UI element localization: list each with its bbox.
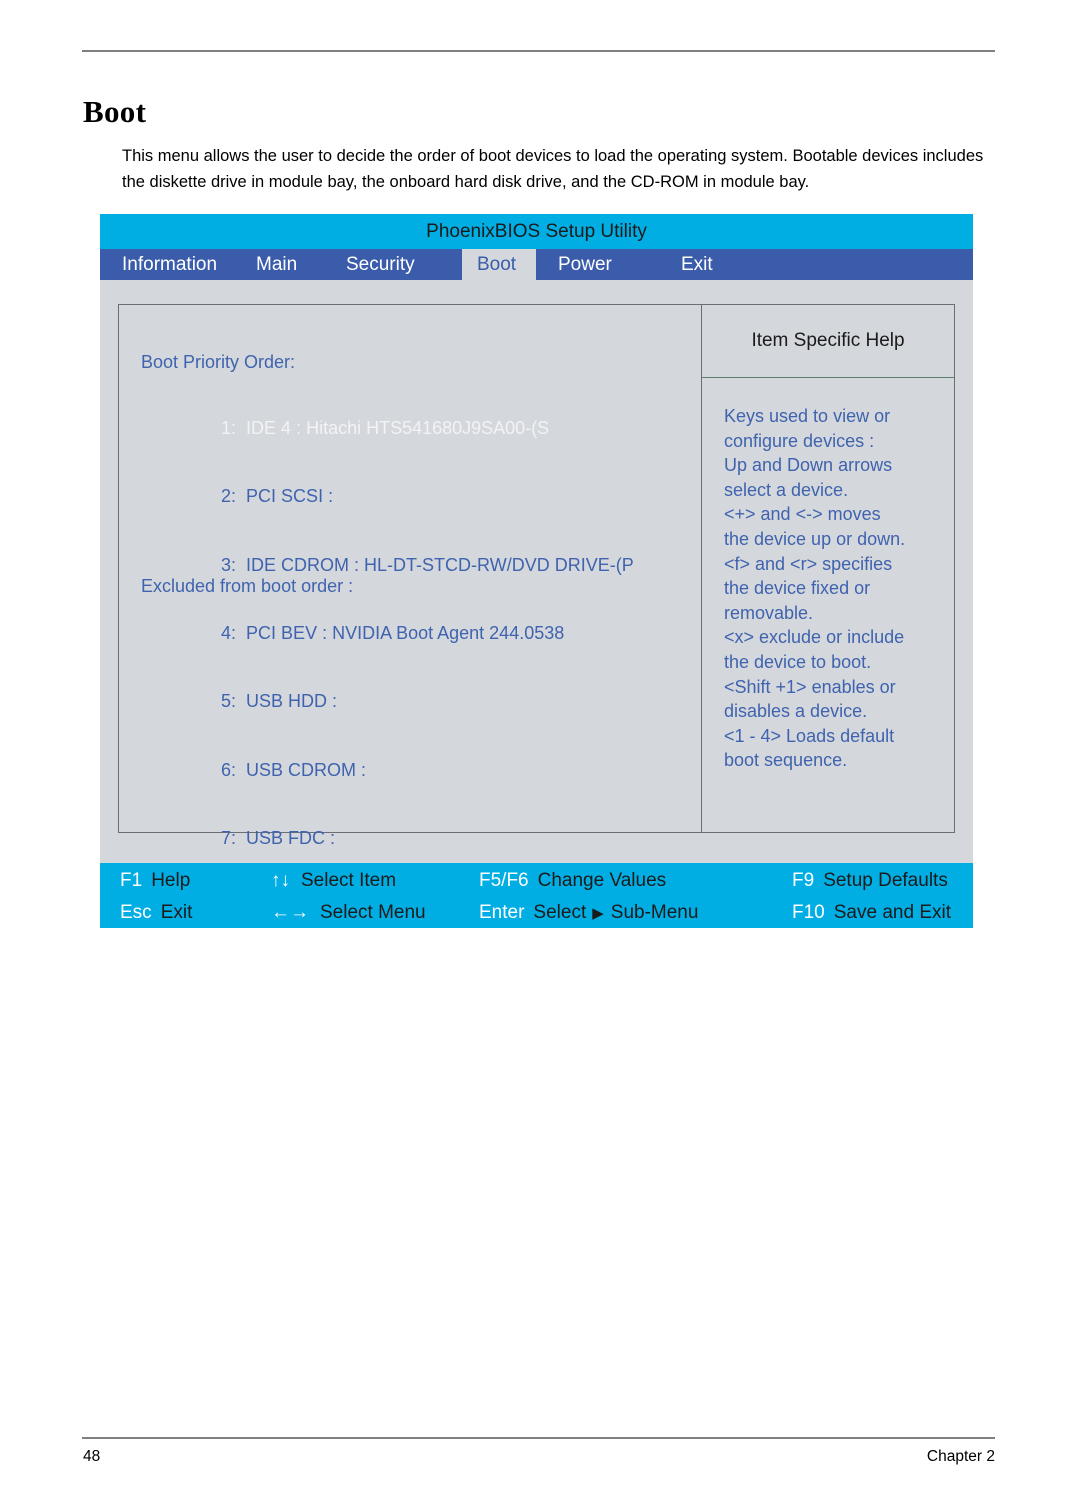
key-desc: Select Item bbox=[301, 870, 397, 891]
key-label: F10 bbox=[792, 902, 825, 923]
key-hint-esc-exit[interactable]: Esc Exit bbox=[120, 897, 192, 929]
boot-list-item[interactable]: 2: PCI SCSI : bbox=[141, 462, 686, 530]
help-line: select a device. bbox=[724, 479, 849, 500]
boot-item-label: PCI BEV : NVIDIA Boot Agent 244.0538 bbox=[246, 622, 565, 643]
tab-exit[interactable]: Exit bbox=[659, 249, 759, 280]
bios-setup-window: PhoenixBIOS Setup Utility Information Ma… bbox=[100, 214, 973, 928]
footer-rule bbox=[82, 1437, 995, 1439]
boot-list-item[interactable]: 5: USB HDD : bbox=[141, 668, 686, 736]
boot-item-index: 1: bbox=[221, 417, 237, 438]
key-desc-secondary: Sub-Menu bbox=[610, 902, 699, 923]
item-specific-help-body: Keys used to view or configure devices :… bbox=[702, 378, 954, 773]
boot-item-index: 6: bbox=[221, 759, 237, 780]
boot-item-label: IDE 4 : Hitachi HTS541680J9SA00-(S bbox=[246, 417, 550, 438]
boot-item-index: 5: bbox=[221, 691, 237, 712]
key-hint-f10-save-and-exit[interactable]: F10 Save and Exit bbox=[792, 897, 951, 929]
intro-paragraph: This menu allows the user to decide the … bbox=[122, 146, 984, 191]
key-hint-enter-sub-menu[interactable]: Enter Select ▶ Sub-Menu bbox=[479, 897, 698, 929]
help-line: <Shift +1> enables or bbox=[724, 676, 896, 697]
boot-priority-heading: Boot Priority Order: bbox=[141, 352, 296, 372]
item-specific-help-panel: Item Specific Help Keys used to view or … bbox=[701, 305, 954, 832]
tab-information-label: Information bbox=[122, 253, 218, 275]
help-line: Up and Down arrows bbox=[724, 455, 893, 476]
key-desc: Exit bbox=[160, 902, 193, 923]
boot-item-label: USB CDROM : bbox=[246, 759, 367, 780]
help-line: the device fixed or bbox=[724, 578, 871, 599]
key-desc: Select bbox=[533, 902, 587, 923]
left-right-arrow-icon: ←→ bbox=[271, 902, 309, 923]
bios-title-bar: PhoenixBIOS Setup Utility bbox=[100, 214, 973, 249]
help-line: the device to boot. bbox=[724, 651, 872, 672]
boot-item-index: 2: bbox=[221, 486, 237, 507]
tab-main-label: Main bbox=[256, 253, 298, 275]
key-desc: Select Menu bbox=[320, 902, 426, 923]
key-hint-f9-setup-defaults[interactable]: F9 Setup Defaults bbox=[792, 865, 948, 897]
document-page: Boot This menu allows the user to decide… bbox=[0, 0, 1080, 1512]
key-desc: Help bbox=[151, 870, 191, 891]
bios-tab-bar: Information Main Security Boot Power Exi… bbox=[100, 249, 973, 280]
key-label: Esc bbox=[120, 902, 152, 923]
boot-list-item[interactable]: 6: USB CDROM : bbox=[141, 736, 686, 804]
help-line: configure devices : bbox=[724, 430, 875, 451]
help-line: disables a device. bbox=[724, 701, 868, 722]
bios-window-title: PhoenixBIOS Setup Utility bbox=[426, 220, 647, 242]
tab-main[interactable]: Main bbox=[233, 249, 346, 280]
page-title: Boot bbox=[83, 93, 147, 129]
help-line: <f> and <r> specifies bbox=[724, 553, 893, 574]
key-hint-f1-help[interactable]: F1 Help bbox=[120, 865, 190, 897]
triangle-right-icon: ▶ bbox=[592, 905, 604, 922]
tab-information[interactable]: Information bbox=[100, 249, 233, 280]
boot-list-item[interactable]: 1: IDE 4 : Hitachi HTS541680J9SA00-(S bbox=[141, 394, 686, 462]
boot-item-label: IDE CDROM : HL-DT-STCD-RW/DVD DRIVE-(P bbox=[246, 554, 634, 575]
key-hint-select-item[interactable]: ↑↓ Select Item bbox=[271, 865, 396, 897]
boot-item-label: USB HDD : bbox=[246, 691, 338, 712]
boot-list-item[interactable]: 4: PCI BEV : NVIDIA Boot Agent 244.0538 bbox=[141, 599, 686, 667]
item-specific-help-title: Item Specific Help bbox=[702, 305, 954, 378]
excluded-from-boot-order-label: Excluded from boot order : bbox=[141, 576, 354, 596]
key-label: F9 bbox=[792, 870, 815, 891]
boot-item-label: PCI SCSI : bbox=[246, 486, 334, 507]
tab-security[interactable]: Security bbox=[346, 249, 462, 280]
footer-page-number: 48 bbox=[83, 1448, 101, 1465]
key-label: F5/F6 bbox=[479, 870, 529, 891]
tab-boot-label: Boot bbox=[477, 253, 517, 275]
bios-function-key-bar: F1 Help ↑↓ Select Item F5/F6 Change Values … bbox=[100, 863, 973, 928]
key-label: Enter bbox=[479, 902, 525, 923]
boot-item-index: 7: bbox=[221, 828, 237, 849]
bios-content-frame: Boot Priority Order: 1: IDE 4 : Hitachi … bbox=[118, 304, 955, 917]
help-line: <+> and <-> moves bbox=[724, 504, 881, 525]
key-hint-select-menu[interactable]: ←→ Select Menu bbox=[271, 897, 426, 929]
tab-power-label: Power bbox=[558, 253, 612, 275]
help-line: boot sequence. bbox=[724, 750, 848, 771]
tab-boot[interactable]: Boot bbox=[462, 249, 536, 280]
key-desc: Save and Exit bbox=[833, 902, 951, 923]
boot-priority-list[interactable]: 1: IDE 4 : Hitachi HTS541680J9SA00-(S 2:… bbox=[141, 394, 686, 941]
header-rule bbox=[82, 50, 995, 52]
key-desc: Change Values bbox=[537, 870, 667, 891]
key-hint-f5-f6-change-values[interactable]: F5/F6 Change Values bbox=[479, 865, 666, 897]
boot-item-index: 4: bbox=[221, 622, 237, 643]
key-desc: Setup Defaults bbox=[823, 870, 948, 891]
help-line: Keys used to view or bbox=[724, 406, 891, 426]
function-key-row: Esc Exit ←→ Select Menu Enter Select ▶ Sub-Me… bbox=[100, 897, 973, 929]
boot-item-index: 3: bbox=[221, 554, 237, 575]
boot-item-label: USB FDC : bbox=[246, 828, 336, 849]
help-line: the device up or down. bbox=[724, 528, 906, 549]
function-key-row: F1 Help ↑↓ Select Item F5/F6 Change Values … bbox=[100, 865, 973, 897]
boot-priority-panel: Boot Priority Order: 1: IDE 4 : Hitachi … bbox=[119, 305, 701, 917]
tab-exit-label: Exit bbox=[681, 253, 713, 275]
key-label: F1 bbox=[120, 870, 143, 891]
bios-body: Boot Priority Order: 1: IDE 4 : Hitachi … bbox=[100, 280, 973, 928]
help-line: <1 - 4> Loads default bbox=[724, 725, 895, 746]
tab-security-label: Security bbox=[346, 253, 415, 275]
help-line: removable. bbox=[724, 602, 814, 623]
footer-chapter-label: Chapter 2 bbox=[926, 1448, 995, 1465]
tab-power[interactable]: Power bbox=[536, 249, 659, 280]
up-down-arrow-icon: ↑↓ bbox=[271, 870, 290, 891]
help-line: <x> exclude or include bbox=[724, 627, 905, 648]
